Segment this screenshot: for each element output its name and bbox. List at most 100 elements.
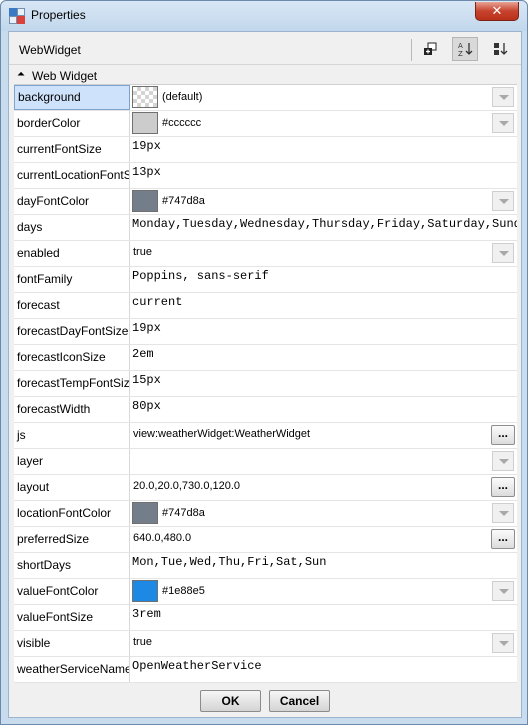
- property-value-cell[interactable]: Poppins, sans-serif: [131, 267, 517, 292]
- property-row[interactable]: visible true: [14, 631, 517, 657]
- property-row[interactable]: forecast current: [14, 293, 517, 319]
- property-value-cell[interactable]: OpenWeatherService: [131, 657, 517, 682]
- categorized-view-button[interactable]: [417, 37, 443, 61]
- property-row[interactable]: dayFontColor #747d8a: [14, 189, 517, 215]
- ellipsis-button[interactable]: ...: [491, 477, 515, 497]
- property-value-cell[interactable]: 13px: [131, 163, 517, 188]
- property-row[interactable]: background (default): [14, 85, 517, 111]
- property-value[interactable]: 19px: [132, 139, 161, 153]
- property-value[interactable]: 3rem: [132, 607, 161, 621]
- dropdown-arrow-icon[interactable]: [492, 113, 514, 133]
- property-row[interactable]: forecastDayFontSize 19px: [14, 319, 517, 345]
- property-row[interactable]: forecastIconSize 2em: [14, 345, 517, 371]
- property-value-cell[interactable]: (default): [131, 85, 517, 110]
- property-name[interactable]: forecastTempFontSize: [14, 371, 130, 396]
- property-value[interactable]: Poppins, sans-serif: [132, 269, 269, 283]
- property-name[interactable]: borderColor: [14, 111, 130, 136]
- property-name[interactable]: forecast: [14, 293, 130, 318]
- property-name[interactable]: forecastIconSize: [14, 345, 130, 370]
- property-name[interactable]: forecastDayFontSize: [14, 319, 130, 344]
- property-name[interactable]: layer: [14, 449, 130, 474]
- property-name[interactable]: currentFontSize: [14, 137, 130, 162]
- property-value-cell[interactable]: #747d8a: [131, 501, 517, 526]
- property-value-cell[interactable]: Monday,Tuesday,Wednesday,Thursday,Friday…: [131, 215, 517, 240]
- property-name[interactable]: layout: [14, 475, 130, 500]
- property-row[interactable]: layer: [14, 449, 517, 475]
- property-name[interactable]: valueFontColor: [14, 579, 130, 604]
- property-row[interactable]: days Monday,Tuesday,Wednesday,Thursday,Fr…: [14, 215, 517, 241]
- property-value[interactable]: 19px: [132, 321, 161, 335]
- property-value-cell[interactable]: Mon,Tue,Wed,Thu,Fri,Sat,Sun: [131, 553, 517, 578]
- property-value-cell[interactable]: 15px: [131, 371, 517, 396]
- color-swatch[interactable]: [132, 502, 158, 524]
- sort-alphabetical-button[interactable]: A Z: [452, 37, 478, 61]
- property-row[interactable]: shortDays Mon,Tue,Wed,Thu,Fri,Sat,Sun: [14, 553, 517, 579]
- property-row[interactable]: preferredSize 640.0,480.0...: [14, 527, 517, 553]
- property-value[interactable]: 15px: [132, 373, 161, 387]
- property-value-cell[interactable]: 2em: [131, 345, 517, 370]
- dropdown-arrow-icon[interactable]: [492, 503, 514, 523]
- property-row[interactable]: currentLocationFontS 13px: [14, 163, 517, 189]
- property-name[interactable]: currentLocationFontS: [14, 163, 130, 188]
- property-row[interactable]: valueFontSize 3rem: [14, 605, 517, 631]
- property-value-cell[interactable]: current: [131, 293, 517, 318]
- cancel-button[interactable]: Cancel: [269, 690, 330, 712]
- property-name[interactable]: forecastWidth: [14, 397, 130, 422]
- ok-button[interactable]: OK: [200, 690, 261, 712]
- property-name[interactable]: background: [14, 85, 130, 110]
- dropdown-arrow-icon[interactable]: [492, 633, 514, 653]
- property-value[interactable]: 80px: [132, 399, 161, 413]
- dropdown-arrow-icon[interactable]: [492, 451, 514, 471]
- property-value[interactable]: 2em: [132, 347, 154, 361]
- property-name[interactable]: preferredSize: [14, 527, 130, 552]
- property-value[interactable]: Monday,Tuesday,Wednesday,Thursday,Friday…: [132, 217, 517, 231]
- property-name[interactable]: dayFontColor: [14, 189, 130, 214]
- property-name[interactable]: weatherServiceName: [14, 657, 130, 682]
- property-value[interactable]: Mon,Tue,Wed,Thu,Fri,Sat,Sun: [132, 555, 326, 569]
- property-row[interactable]: valueFontColor #1e88e5: [14, 579, 517, 605]
- property-row[interactable]: forecastWidth 80px: [14, 397, 517, 423]
- property-value-cell[interactable]: 20.0,20.0,730.0,120.0...: [131, 475, 517, 500]
- property-value-cell[interactable]: 640.0,480.0...: [131, 527, 517, 552]
- property-name[interactable]: enabled: [14, 241, 130, 266]
- property-value-cell[interactable]: #747d8a: [131, 189, 517, 214]
- property-name[interactable]: shortDays: [14, 553, 130, 578]
- property-name[interactable]: visible: [14, 631, 130, 656]
- property-row[interactable]: js view:weatherWidget:WeatherWidget...: [14, 423, 517, 449]
- property-value-cell[interactable]: 3rem: [131, 605, 517, 630]
- property-row[interactable]: enabled true: [14, 241, 517, 267]
- property-value-cell[interactable]: #cccccc: [131, 111, 517, 136]
- property-value-cell[interactable]: 80px: [131, 397, 517, 422]
- dropdown-arrow-icon[interactable]: [492, 581, 514, 601]
- property-value-cell[interactable]: 19px: [131, 319, 517, 344]
- property-row[interactable]: forecastTempFontSize 15px: [14, 371, 517, 397]
- color-swatch[interactable]: [132, 112, 158, 134]
- dropdown-arrow-icon[interactable]: [492, 191, 514, 211]
- property-value-cell[interactable]: 19px: [131, 137, 517, 162]
- property-value[interactable]: OpenWeatherService: [132, 659, 262, 673]
- property-row[interactable]: layout 20.0,20.0,730.0,120.0...: [14, 475, 517, 501]
- property-row[interactable]: locationFontColor #747d8a: [14, 501, 517, 527]
- property-value[interactable]: current: [132, 295, 182, 309]
- property-name[interactable]: fontFamily: [14, 267, 130, 292]
- property-value-cell[interactable]: true: [131, 631, 517, 656]
- color-swatch[interactable]: [132, 86, 158, 108]
- property-value-cell[interactable]: true: [131, 241, 517, 266]
- property-name[interactable]: js: [14, 423, 130, 448]
- property-name[interactable]: valueFontSize: [14, 605, 130, 630]
- property-value[interactable]: 13px: [132, 165, 161, 179]
- color-swatch[interactable]: [132, 190, 158, 212]
- close-button[interactable]: ✕: [475, 2, 519, 21]
- ellipsis-button[interactable]: ...: [491, 529, 515, 549]
- property-value-cell[interactable]: [131, 449, 517, 474]
- dropdown-arrow-icon[interactable]: [492, 243, 514, 263]
- section-header[interactable]: ⏶ Web Widget: [15, 67, 515, 85]
- property-value-cell[interactable]: view:weatherWidget:WeatherWidget...: [131, 423, 517, 448]
- sort-order-button[interactable]: [487, 37, 513, 61]
- property-value-cell[interactable]: #1e88e5: [131, 579, 517, 604]
- ellipsis-button[interactable]: ...: [491, 425, 515, 445]
- property-name[interactable]: days: [14, 215, 130, 240]
- property-row[interactable]: fontFamily Poppins, sans-serif: [14, 267, 517, 293]
- property-row[interactable]: currentFontSize 19px: [14, 137, 517, 163]
- property-name[interactable]: locationFontColor: [14, 501, 130, 526]
